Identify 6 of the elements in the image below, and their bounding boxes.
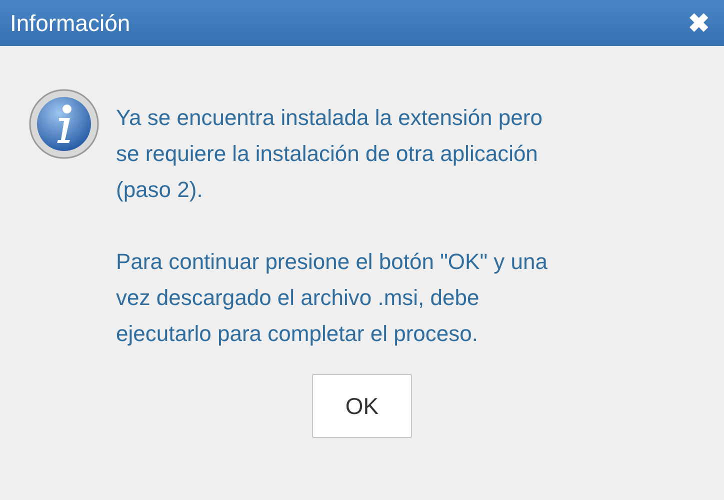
- info-icon: [28, 88, 100, 160]
- message-text: Ya se encuentra instalada la extensión pero se requiere la instalación de otra aplicación (paso 2).: [116, 104, 544, 204]
- ok-button[interactable]: OK: [312, 374, 412, 438]
- message-text: Para continuar presione el botón "OK" y una vez descargado el archivo .msi, debe ejecutarlo para completar el proceso.: [116, 248, 548, 348]
- close-button[interactable]: ✖: [684, 10, 714, 36]
- window-title: Información: [10, 10, 130, 36]
